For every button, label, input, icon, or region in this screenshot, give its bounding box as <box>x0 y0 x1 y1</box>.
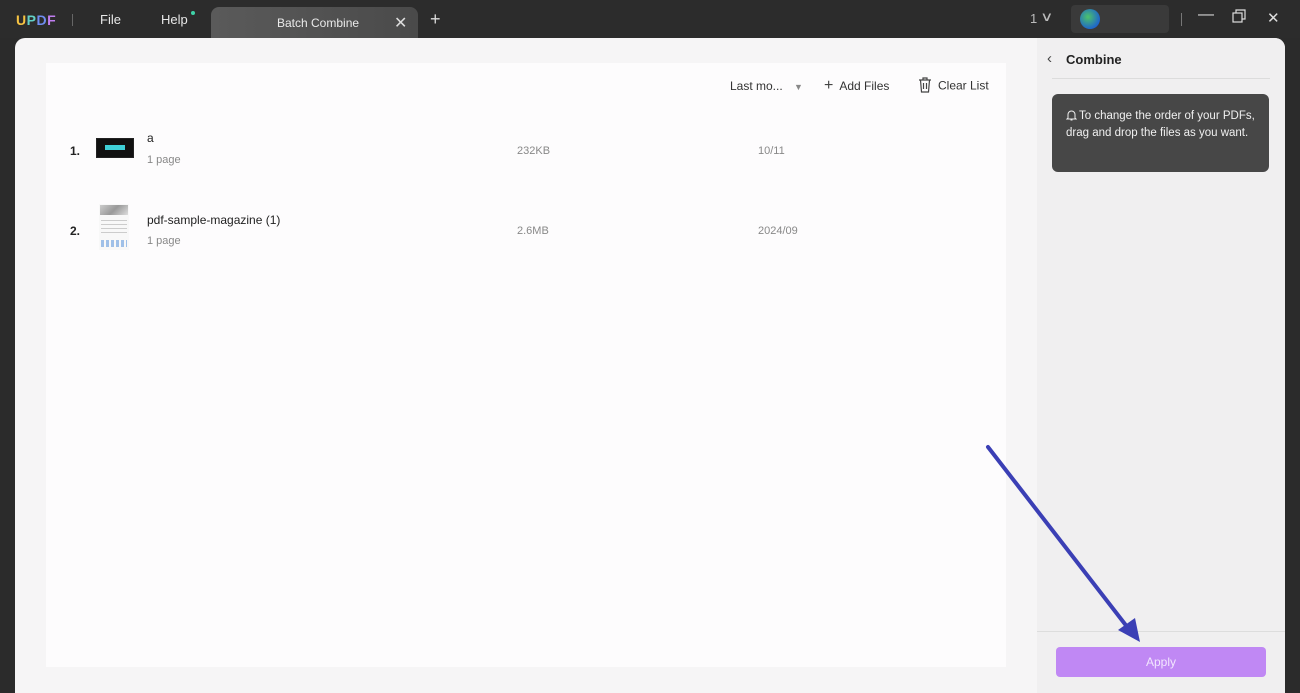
sort-label: Last mo... <box>730 79 783 93</box>
title-bar: UPDF File Help Batch Combine ✕ + 1 ∨ — ✕ <box>0 0 1300 38</box>
clear-list-button[interactable]: Clear List <box>918 77 989 96</box>
minimize-icon[interactable]: — <box>1198 6 1214 24</box>
logo-letter: D <box>36 12 48 28</box>
apply-button[interactable]: Apply <box>1056 647 1266 677</box>
chevron-down-icon[interactable]: ∨ <box>1040 9 1053 25</box>
caret-down-icon: ▼ <box>794 82 803 92</box>
page-count[interactable]: 1 <box>1030 11 1037 26</box>
thumbnail-text <box>101 240 127 247</box>
tab-batch-combine[interactable]: Batch Combine ✕ <box>211 7 418 38</box>
thumbnail-text <box>101 220 127 236</box>
file-row[interactable]: 1. a 1 page 232KB 10/11 <box>46 131 1006 191</box>
divider <box>1037 631 1285 632</box>
file-index: 1. <box>70 144 81 158</box>
bell-icon <box>1065 109 1078 126</box>
file-date: 2024/09 <box>758 225 798 237</box>
file-row[interactable]: 2. pdf-sample-magazine (1) 1 page 2.6MB … <box>46 204 1006 271</box>
tip-box: To change the order of your PDFs, drag a… <box>1052 94 1269 172</box>
main-window: Last mo... ▼ + Add Files Clear List 1. a … <box>15 38 1285 693</box>
logo-letter: U <box>16 12 27 28</box>
add-files-button[interactable]: + Add Files <box>824 77 889 95</box>
close-tab-icon[interactable]: ✕ <box>394 13 407 33</box>
divider <box>1052 78 1270 79</box>
divider <box>1181 13 1182 26</box>
tip-text: To change the order of your PDFs, drag a… <box>1066 110 1255 139</box>
menu-help[interactable]: Help <box>161 12 188 27</box>
menu-file[interactable]: File <box>100 12 121 27</box>
updf-logo: UPDF <box>16 12 56 28</box>
sort-dropdown[interactable]: Last mo... ▼ <box>730 79 803 93</box>
file-thumbnail <box>96 138 134 158</box>
file-size: 232KB <box>517 145 551 157</box>
add-files-label: Add Files <box>839 79 890 93</box>
file-thumbnail <box>99 204 129 250</box>
file-name: pdf-sample-magazine (1) <box>147 213 281 227</box>
combine-panel: ‹ Combine To change the order of your PD… <box>1037 38 1285 693</box>
plus-icon: + <box>824 77 834 94</box>
thumbnail-graphic <box>105 145 125 150</box>
avatar <box>1080 9 1100 29</box>
notification-dot <box>191 11 195 15</box>
file-pages: 1 page <box>147 235 181 247</box>
tab-label: Batch Combine <box>277 16 360 30</box>
divider <box>72 14 73 26</box>
file-pages: 1 page <box>147 154 181 166</box>
thumbnail-graphic <box>100 205 128 215</box>
logo-letter: P <box>26 12 37 28</box>
file-name: a <box>147 131 154 145</box>
file-date: 10/11 <box>758 145 785 157</box>
new-tab-icon[interactable]: + <box>430 9 441 30</box>
file-size: 2.6MB <box>517 225 549 237</box>
trash-icon <box>918 77 932 96</box>
panel-title: Combine <box>1066 52 1122 67</box>
close-window-icon[interactable]: ✕ <box>1267 9 1280 27</box>
logo-letter: F <box>47 12 57 28</box>
back-icon[interactable]: ‹ <box>1047 50 1052 67</box>
file-list-area: Last mo... ▼ + Add Files Clear List 1. a … <box>46 63 1006 667</box>
clear-list-label: Clear List <box>938 78 989 93</box>
account-button[interactable] <box>1071 5 1169 33</box>
file-index: 2. <box>70 224 81 238</box>
restore-icon[interactable] <box>1232 9 1246 26</box>
